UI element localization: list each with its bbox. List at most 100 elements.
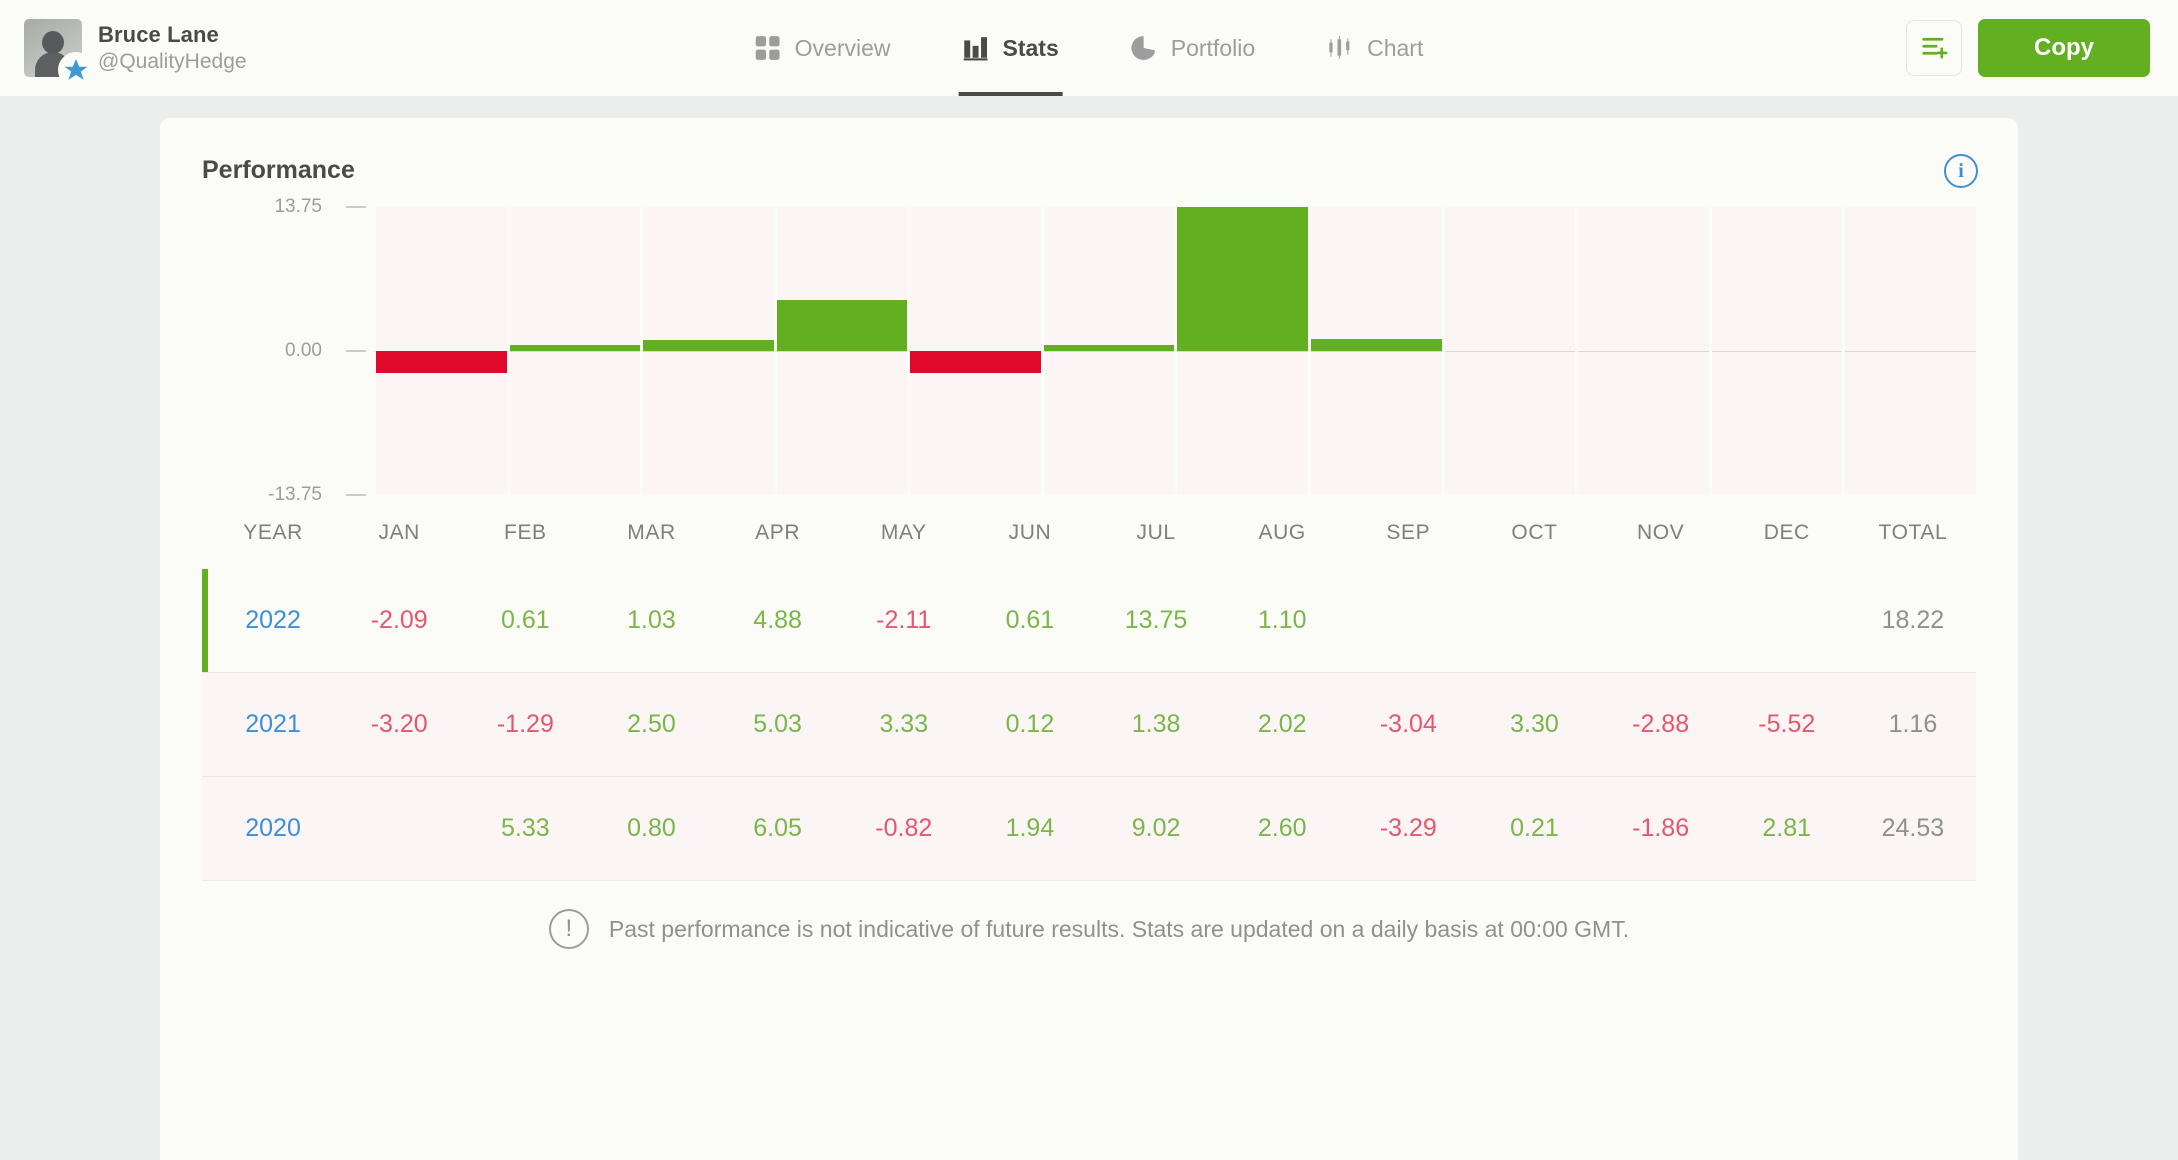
top-bar: Bruce Lane @QualityHedge Overview Stats … (0, 0, 2178, 96)
candlestick-icon (1327, 35, 1353, 61)
table-header-cell: OCT (1511, 521, 1558, 544)
table-header-cell: YEAR (243, 521, 303, 544)
copy-button[interactable]: Copy (1978, 19, 2150, 77)
chart-zero-line (509, 351, 641, 352)
month-value-cell: 0.21 (1510, 814, 1559, 842)
chart-bar (509, 344, 641, 351)
chart-y-tick (346, 494, 366, 496)
chart-bar (643, 340, 774, 351)
table-header-row: YEAR JAN FEB MAR APR MAY JUN JUL AUG SEP OCT NOV DEC… (202, 521, 1976, 545)
year-link[interactable]: 2020 (210, 814, 336, 843)
page-title: Performance (202, 156, 355, 184)
month-value-cell: -3.29 (1379, 814, 1437, 842)
avatar (24, 19, 94, 88)
grid-icon (755, 35, 781, 61)
table-row[interactable]: 2021 -3.20 -1.29 2.50 5.03 3.33 0.12 1.38 2.02 -3… (202, 673, 1976, 777)
table-header-cell: MAY (880, 521, 927, 544)
chart-column (1043, 207, 1175, 495)
chart-zero-line (1043, 351, 1175, 352)
chart-zero-line (1444, 351, 1576, 352)
chart-column (643, 207, 774, 495)
table-header-cell: SEP (1386, 521, 1431, 544)
chart-zero-line (1845, 351, 1976, 352)
tab-chart-label: Chart (1367, 34, 1424, 61)
table-header-cell: APR (755, 521, 801, 544)
month-value-cell: -0.82 (875, 814, 933, 842)
month-value-cell: 0.61 (1005, 606, 1055, 634)
list-add-icon (1920, 32, 1948, 65)
info-icon[interactable]: i (1944, 154, 1978, 188)
tab-chart[interactable]: Chart (1323, 0, 1427, 96)
performance-chart: 13.75 0.00 -13.75 (202, 196, 1976, 505)
table-row[interactable]: 2020 5.33 0.80 6.05 -0.82 1.94 9.02 2.60 -3.29 0.… (202, 777, 1976, 881)
month-value-cell: 5.03 (753, 710, 802, 738)
table-row[interactable]: 2022 -2.09 0.61 1.03 4.88 -2.11 0.61 13.75 1.10 1… (202, 569, 1976, 673)
month-value-cell: 2.02 (1257, 710, 1307, 738)
chart-bar (376, 351, 507, 373)
chart-zero-line (1311, 351, 1442, 352)
chart-y-label: 13.75 (274, 196, 322, 217)
chart-column (1845, 207, 1976, 495)
tab-stats-label: Stats (1002, 34, 1059, 61)
month-value-cell: 2.50 (627, 710, 676, 738)
tab-stats[interactable]: Stats (958, 0, 1063, 96)
month-value-cell: 0.12 (1005, 710, 1055, 738)
chart-column (509, 207, 641, 495)
warning-icon: ! (548, 909, 589, 949)
chart-y-tick (346, 350, 366, 352)
tab-portfolio[interactable]: Portfolio (1127, 0, 1259, 96)
month-value-cell: 5.33 (501, 814, 550, 842)
total-value-cell: 18.22 (1881, 606, 1945, 634)
month-value-cell: 9.02 (1131, 814, 1181, 842)
chart-y-tick (346, 206, 366, 208)
main-nav: Overview Stats Portfolio Chart (751, 0, 1428, 96)
month-value-cell: -1.86 (1632, 814, 1690, 842)
chart-column (776, 207, 908, 495)
year-link[interactable]: 2021 (210, 710, 336, 739)
table-header-cell: TOTAL (1878, 521, 1948, 544)
table-header-cell: AUG (1258, 521, 1306, 544)
table-header-cell: FEB (504, 521, 547, 544)
table-header-cell: JUL (1136, 521, 1176, 544)
star-badge-icon (58, 52, 94, 88)
chart-zero-line (1578, 351, 1709, 352)
chart-column (376, 207, 507, 495)
month-value-cell: 0.61 (501, 606, 550, 634)
chart-zero-line (776, 351, 908, 352)
tab-overview-label: Overview (794, 34, 891, 61)
profile-name: Bruce Lane (98, 22, 219, 48)
tab-overview[interactable]: Overview (751, 0, 895, 96)
table-header-cell: MAR (627, 521, 676, 544)
year-link[interactable]: 2022 (210, 606, 336, 635)
chart-plot (376, 207, 1976, 495)
total-value-cell: 1.16 (1888, 710, 1938, 738)
month-value-cell: 3.30 (1510, 710, 1559, 738)
chart-bar (1043, 344, 1175, 351)
month-value-cell: 6.05 (753, 814, 802, 842)
chart-column (1578, 207, 1709, 495)
month-value-cell: 4.88 (753, 606, 802, 634)
chart-column (1711, 207, 1843, 495)
chart-column (1177, 207, 1309, 495)
month-value-cell: 1.94 (1005, 814, 1055, 842)
month-value-cell: -2.11 (876, 606, 932, 634)
disclaimer-text: Past performance is not indicative of fu… (608, 915, 1630, 942)
tab-portfolio-label: Portfolio (1170, 34, 1256, 61)
chart-y-label: -13.75 (268, 484, 322, 505)
chart-column (910, 207, 1041, 495)
add-to-list-button[interactable] (1906, 20, 1962, 76)
table-header-cell: JAN (378, 521, 420, 544)
chart-bar (776, 299, 908, 351)
performance-card: Performance i 13.75 0.00 -13.75 YEAR JAN FEB… (160, 118, 2018, 1160)
month-value-cell: 13.75 (1124, 606, 1188, 634)
table-header-cell: DEC (1763, 521, 1810, 544)
chart-bar (1311, 339, 1442, 351)
chart-zero-line (1177, 351, 1309, 352)
month-value-cell: 1.38 (1131, 710, 1181, 738)
chart-column (1444, 207, 1576, 495)
month-value-cell: -1.29 (496, 710, 554, 738)
profile-block[interactable]: Bruce Lane @QualityHedge (24, 19, 354, 88)
chart-zero-line (1711, 351, 1843, 352)
table-header-cell: JUN (1008, 521, 1052, 544)
chart-bar (910, 351, 1041, 374)
